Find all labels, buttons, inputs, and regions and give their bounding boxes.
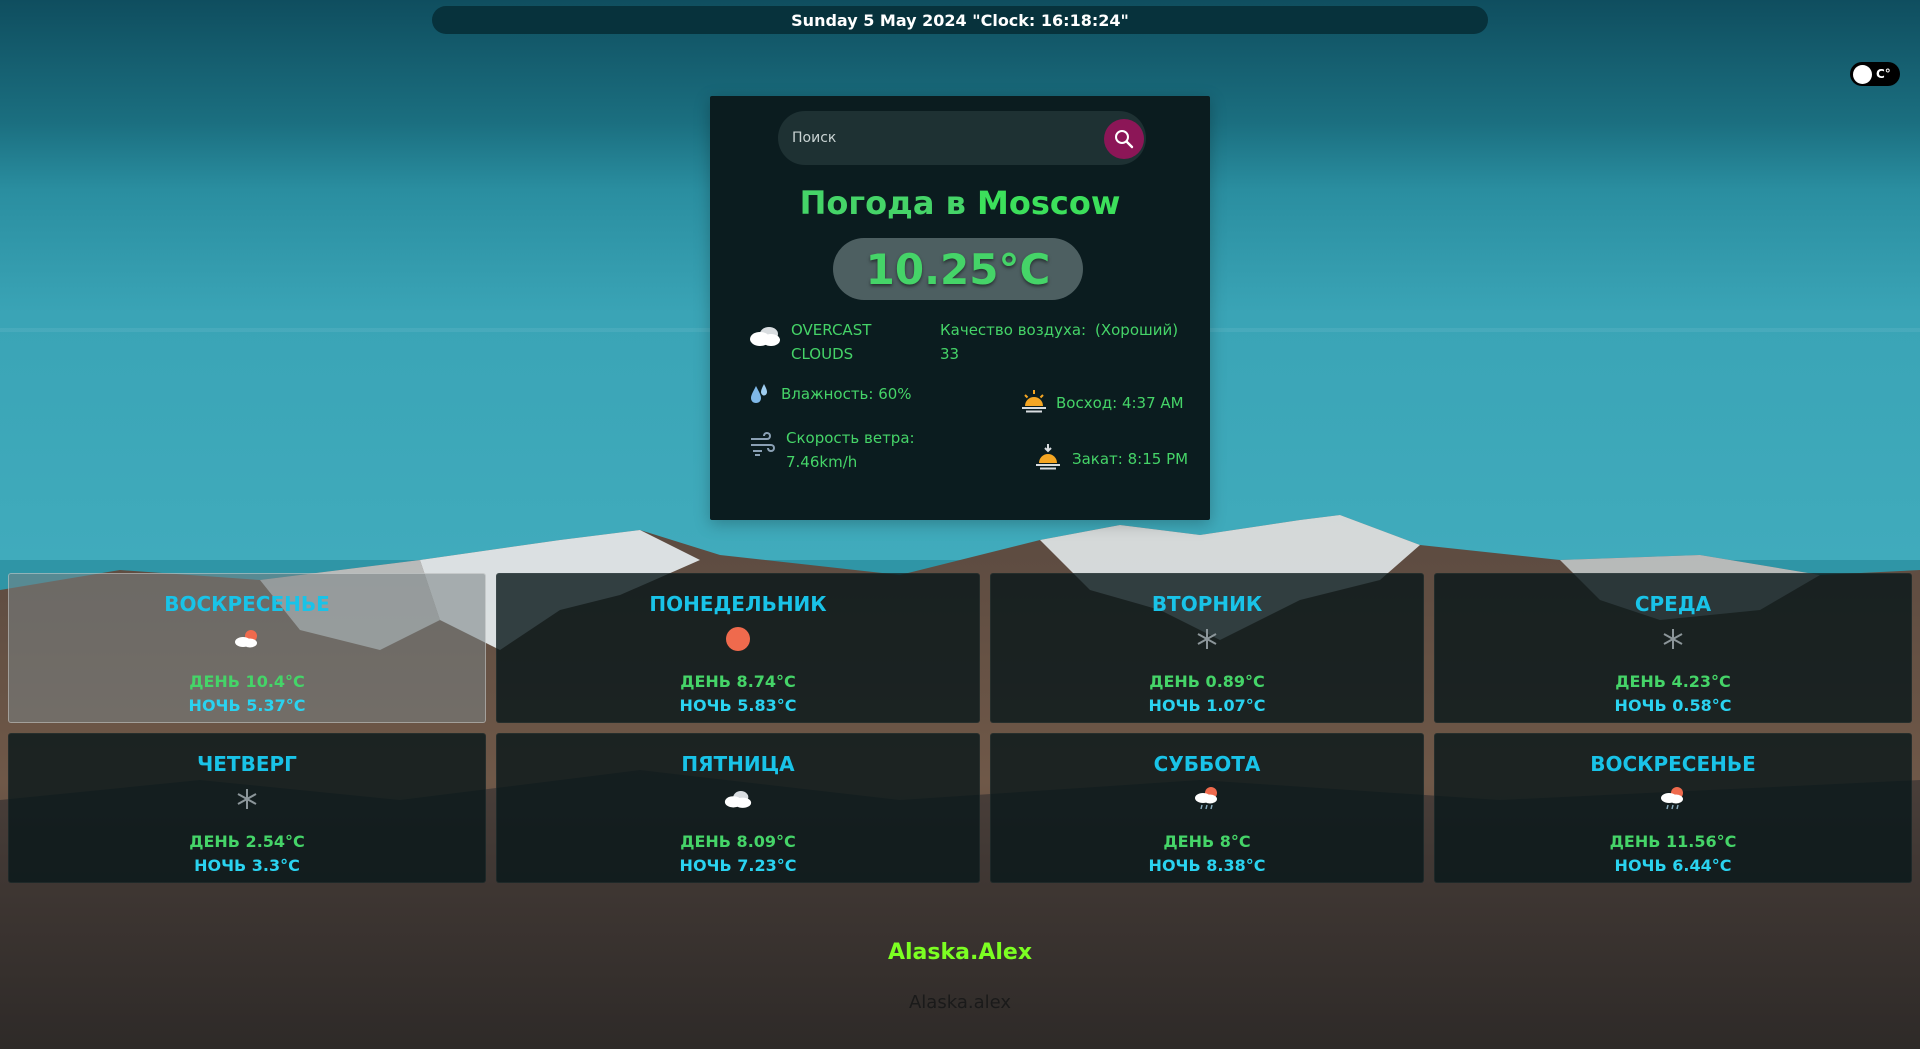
day-name: ЧЕТВЕРГ (197, 752, 297, 776)
day-temperature: ДЕНЬ 0.89°C (1149, 672, 1265, 691)
footer-author-name: Alaska.Alex (887, 940, 1033, 965)
day-name: СУББОТА (1153, 752, 1261, 776)
forecast-day-card[interactable]: ВОСКРЕСЕНЬЕ ДЕНЬ 10.4°C НОЧЬ 5.37°C (8, 573, 486, 723)
temperature-value: 10.25°C (865, 244, 1051, 294)
day-name: ВОСКРЕСЕНЬЕ (1590, 752, 1756, 776)
date-clock-text: Sunday 5 May 2024 "Clock: 16:18:24" (791, 10, 1129, 30)
day-temperature: ДЕНЬ 8.09°C (680, 832, 796, 851)
night-temperature: НОЧЬ 3.3°C (194, 856, 300, 875)
sunset-icon (1036, 444, 1060, 470)
air-quality-label: Качество воздуха: (940, 321, 1087, 339)
wind-icon (751, 431, 775, 456)
humidity-drops-icon (751, 384, 767, 403)
search-bar (778, 111, 1146, 165)
night-temperature: НОЧЬ 5.83°C (679, 696, 797, 715)
air-quality-value: 33 (940, 345, 960, 363)
snowflake-icon (1658, 626, 1688, 652)
night-temperature: НОЧЬ 8.38°C (1148, 856, 1266, 875)
day-name: ПОНЕДЕЛЬНИК (649, 592, 827, 616)
date-clock-bar: Sunday 5 May 2024 "Clock: 16:18:24" (432, 6, 1488, 34)
night-temperature: НОЧЬ 0.58°C (1614, 696, 1732, 715)
sun-icon (723, 626, 753, 652)
current-temperature: 10.25°C (833, 238, 1083, 300)
air-quality-status: (Хороший) (1095, 321, 1179, 339)
city-name: Moscow (977, 184, 1121, 222)
forecast-day-card[interactable]: ВТОРНИК ДЕНЬ 0.89°C НОЧЬ 1.07°C (990, 573, 1424, 723)
sunrise-icon (1022, 390, 1046, 413)
cloud-sun-rain-icon (1658, 786, 1688, 812)
day-name: ВТОРНИК (1151, 592, 1263, 616)
day-temperature: ДЕНЬ 8°C (1163, 832, 1251, 851)
forecast-day-card[interactable]: ПОНЕДЕЛЬНИК ДЕНЬ 8.74°C НОЧЬ 5.83°C (496, 573, 980, 723)
night-temperature: НОЧЬ 7.23°C (679, 856, 797, 875)
sunrise-text: Восход: 4:37 AM (1056, 394, 1184, 412)
day-name: ВОСКРЕСЕНЬЕ (164, 592, 330, 616)
night-temperature: НОЧЬ 5.37°C (188, 696, 306, 715)
forecast-day-card[interactable]: ЧЕТВЕРГ ДЕНЬ 2.54°C НОЧЬ 3.3°C (8, 733, 486, 883)
forecast-grid: ВОСКРЕСЕНЬЕ ДЕНЬ 10.4°C НОЧЬ 5.37°C ПОНЕ… (0, 570, 1920, 890)
day-temperature: ДЕНЬ 4.23°C (1615, 672, 1731, 691)
search-icon (1115, 130, 1134, 149)
search-input[interactable] (792, 123, 1082, 153)
day-name: ПЯТНИЦА (681, 752, 795, 776)
humidity-text: Влажность: 60% (781, 385, 912, 403)
unit-toggle[interactable]: C° (1850, 62, 1900, 86)
toggle-knob (1853, 64, 1872, 84)
wind-speed-label: Скорость ветра: (786, 429, 915, 447)
cloud-sun-rain-icon (1192, 786, 1222, 812)
forecast-day-card[interactable]: СУББОТА ДЕНЬ 8°C НОЧЬ 8.38°C (990, 733, 1424, 883)
cloud-icon (723, 786, 753, 812)
sunset-text: Закат: 8:15 PM (1072, 450, 1189, 468)
clouds-icon (750, 327, 780, 346)
footer-author-link[interactable]: Alaska.alex (0, 992, 1920, 1013)
day-temperature: ДЕНЬ 11.56°C (1609, 832, 1737, 851)
wind-speed-value: 7.46km/h (786, 453, 858, 471)
day-temperature: ДЕНЬ 8.74°C (680, 672, 796, 691)
day-temperature: ДЕНЬ 2.54°C (189, 832, 305, 851)
current-weather-card: Погода в Moscow 10.25°C OVERCAST CLOUDS … (710, 96, 1210, 520)
unit-label: C° (1876, 67, 1891, 81)
cloud-sun-icon (232, 626, 262, 652)
day-temperature: ДЕНЬ 10.4°C (189, 672, 305, 691)
forecast-day-card[interactable]: ВОСКРЕСЕНЬЕ ДЕНЬ 11.56°C НОЧЬ 6.44°C (1434, 733, 1912, 883)
title-prefix: Погода в (799, 184, 978, 222)
day-name: СРЕДА (1634, 592, 1712, 616)
night-temperature: НОЧЬ 1.07°C (1148, 696, 1266, 715)
snowflake-icon (232, 786, 262, 812)
forecast-day-card[interactable]: ПЯТНИЦА ДЕНЬ 8.09°C НОЧЬ 7.23°C (496, 733, 980, 883)
forecast-day-card[interactable]: СРЕДА ДЕНЬ 4.23°C НОЧЬ 0.58°C (1434, 573, 1912, 723)
night-temperature: НОЧЬ 6.44°C (1614, 856, 1732, 875)
search-button[interactable] (1104, 119, 1144, 159)
page-title: Погода в Moscow (710, 184, 1210, 222)
snowflake-icon (1192, 626, 1222, 652)
condition-text: OVERCAST CLOUDS (791, 321, 872, 363)
